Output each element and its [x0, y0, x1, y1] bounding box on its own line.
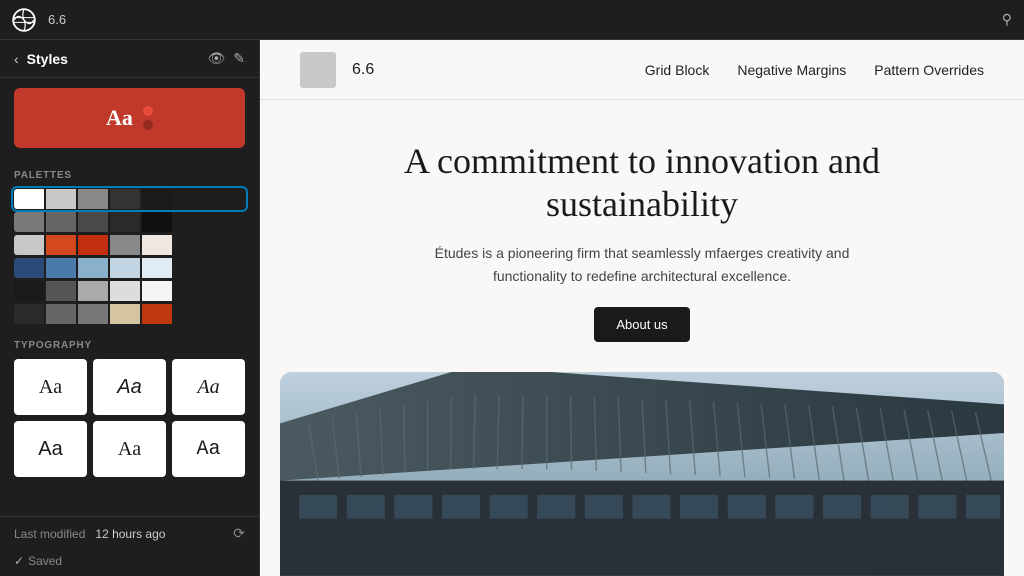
styles-sidebar: ‹ Styles 👁 ✎ Aa PALETTES — [0, 40, 260, 576]
typography-grid: Aa Aa Aa Aa Aa Aa — [14, 359, 245, 477]
dot-1 — [143, 106, 153, 116]
typo-option-2[interactable]: Aa — [93, 359, 166, 415]
preview-area: 6.6 Grid Block Negative Margins Pattern … — [260, 40, 1024, 576]
palette-row-2[interactable] — [14, 235, 245, 255]
last-modified: Last modified 12 hours ago — [14, 527, 165, 541]
swatch — [46, 258, 76, 278]
typo-aa-3: Aa — [197, 376, 219, 399]
swatch — [14, 258, 44, 278]
preview-nav-links: Grid Block Negative Margins Pattern Over… — [645, 62, 984, 78]
swatch — [14, 281, 44, 301]
dot-2 — [143, 120, 153, 130]
swatch — [78, 235, 108, 255]
nav-link-pattern-overrides[interactable]: Pattern Overrides — [874, 62, 984, 78]
swatch — [78, 258, 108, 278]
swatch — [142, 258, 172, 278]
style-preview-dots — [143, 106, 153, 130]
swatch — [142, 189, 172, 209]
preview-icon[interactable]: 👁 — [207, 50, 225, 67]
palette-row-0[interactable] — [14, 189, 245, 209]
swatch — [14, 212, 44, 232]
swatch — [110, 304, 140, 324]
style-preview-aa: Aa — [106, 105, 133, 131]
swatch — [110, 235, 140, 255]
saved-check-icon: ✓ — [14, 554, 24, 568]
edit-icon[interactable]: ✎ — [233, 50, 245, 67]
typo-option-1[interactable]: Aa — [14, 359, 87, 415]
sidebar-footer: Last modified 12 hours ago ⟳ — [0, 516, 259, 550]
typo-option-5[interactable]: Aa — [93, 421, 166, 477]
wp-version: 6.6 — [48, 12, 66, 27]
history-icon[interactable]: ⟳ — [233, 525, 245, 542]
nav-link-negative-margins[interactable]: Negative Margins — [737, 62, 846, 78]
palette-row-5[interactable] — [14, 304, 245, 324]
typo-option-6[interactable]: Aa — [172, 421, 245, 477]
back-button[interactable]: ‹ — [14, 51, 19, 67]
sidebar-saved: ✓ Saved — [0, 550, 259, 576]
swatch — [110, 281, 140, 301]
building-illustration — [280, 372, 1004, 576]
preview-site-name: 6.6 — [352, 61, 374, 79]
nav-link-grid-block[interactable]: Grid Block — [645, 62, 710, 78]
swatch — [46, 212, 76, 232]
preview-content: A commitment to innovation and sustainab… — [260, 100, 1024, 576]
swatch — [78, 281, 108, 301]
swatch — [142, 212, 172, 232]
swatch — [14, 189, 44, 209]
swatch — [142, 304, 172, 324]
palettes-label: PALETTES — [14, 170, 245, 181]
palettes-grid — [14, 189, 245, 324]
last-modified-time: 12 hours ago — [95, 527, 165, 541]
swatch — [14, 235, 44, 255]
typo-aa-2: Aa — [117, 376, 141, 399]
swatch — [46, 304, 76, 324]
saved-label: Saved — [28, 554, 62, 568]
sidebar-scroll: PALETTES — [0, 158, 259, 516]
swatch — [78, 304, 108, 324]
swatch — [14, 304, 44, 324]
last-modified-label: Last modified — [14, 527, 85, 541]
typo-aa-6: Aa — [196, 438, 220, 461]
sidebar-header-actions: 👁 ✎ — [207, 50, 245, 67]
palette-row-3[interactable] — [14, 258, 245, 278]
hero-subtitle: Études is a pioneering firm that seamles… — [412, 242, 872, 287]
wordpress-logo — [12, 8, 36, 32]
swatch — [110, 189, 140, 209]
building-photo — [280, 372, 1004, 576]
typography-label: TYPOGRAPHY — [14, 340, 245, 351]
hero-title: A commitment to innovation and sustainab… — [340, 140, 944, 226]
swatch — [46, 235, 76, 255]
typo-aa-4: Aa — [38, 438, 62, 461]
swatch — [142, 281, 172, 301]
main-container: ‹ Styles 👁 ✎ Aa PALETTES — [0, 40, 1024, 576]
preview-site-logo — [300, 52, 336, 88]
typo-option-4[interactable]: Aa — [14, 421, 87, 477]
sidebar-header: ‹ Styles 👁 ✎ — [0, 40, 259, 78]
swatch — [110, 258, 140, 278]
palette-row-4[interactable] — [14, 281, 245, 301]
typo-aa-1: Aa — [39, 376, 62, 399]
architecture-image — [280, 372, 1004, 576]
typo-option-3[interactable]: Aa — [172, 359, 245, 415]
swatch — [78, 212, 108, 232]
swatch — [142, 235, 172, 255]
swatch — [46, 189, 76, 209]
palette-row-1[interactable] — [14, 212, 245, 232]
swatch — [78, 189, 108, 209]
typo-aa-5: Aa — [118, 438, 141, 461]
preview-nav: 6.6 Grid Block Negative Margins Pattern … — [260, 40, 1024, 100]
search-icon[interactable]: ⚲ — [1002, 11, 1012, 28]
style-preview-box[interactable]: Aa — [14, 88, 245, 148]
about-us-button[interactable]: About us — [594, 307, 689, 342]
swatch — [110, 212, 140, 232]
sidebar-title: Styles — [27, 51, 200, 67]
top-bar: 6.6 ⚲ — [0, 0, 1024, 40]
hero-section: A commitment to innovation and sustainab… — [260, 100, 1024, 372]
swatch — [46, 281, 76, 301]
